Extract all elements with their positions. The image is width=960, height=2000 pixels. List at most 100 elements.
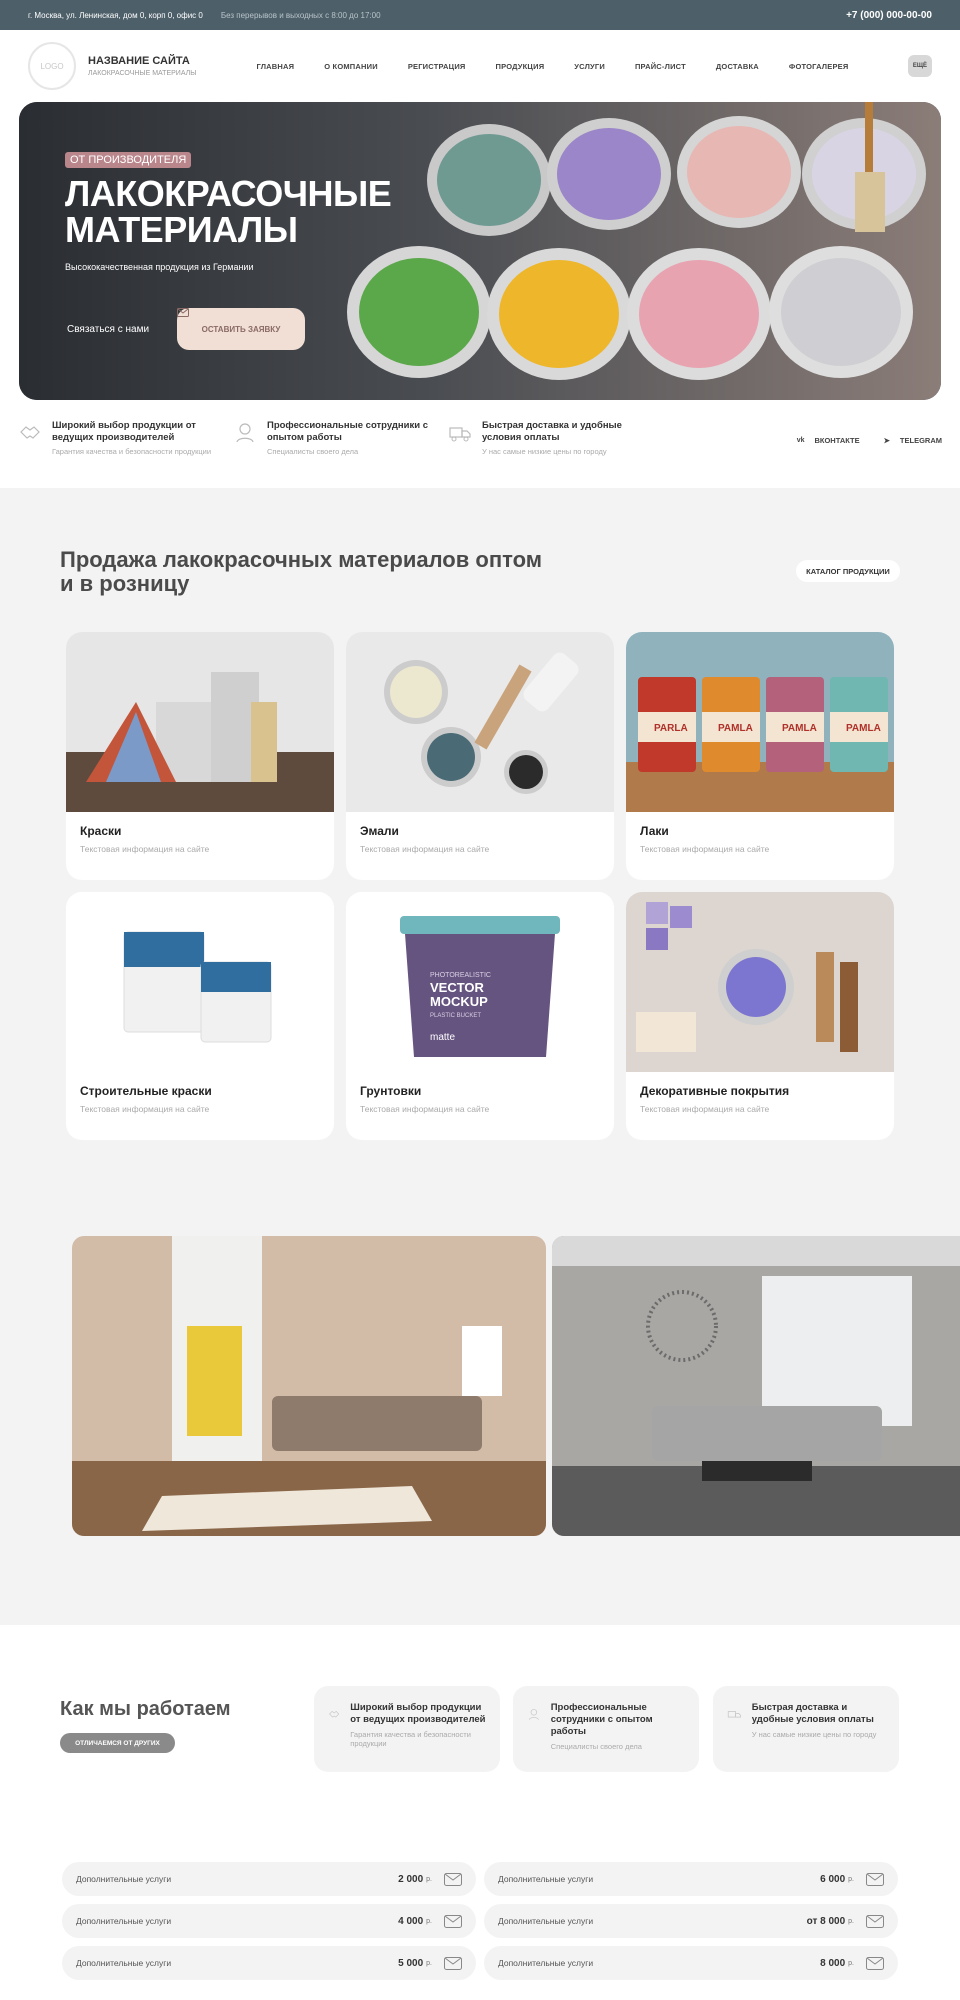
how-card-title: Профессиональные сотрудники с опытом раб…	[550, 1702, 653, 1737]
site-name: НАЗВАНИЕ САЙТА	[88, 55, 190, 67]
feature-item: Широкий выбор продукции от ведущих произ…	[18, 420, 233, 456]
telegram-link[interactable]: TELEGRAM	[900, 436, 942, 445]
gallery-photo-2[interactable]	[552, 1236, 960, 1536]
features-row: Широкий выбор продукции от ведущих произ…	[18, 420, 942, 468]
currency: р.	[426, 1917, 432, 1925]
product-card-primers[interactable]: PHOTOREALISTIC VECTOR MOCKUP PLASTIC BUC…	[346, 892, 614, 1140]
product-image	[346, 632, 614, 812]
nav-item-pricelist[interactable]: ПРАЙС-ЛИСТ	[635, 62, 686, 71]
bucket-text: PLASTIC BUCKET	[430, 1013, 481, 1019]
vk-icon: vk	[796, 437, 805, 444]
worker-icon	[236, 423, 254, 443]
product-name: Грунтовки	[360, 1084, 422, 1098]
hero-badge: ОТ ПРОИЗВОДИТЕЛЯ	[65, 152, 192, 168]
service-row[interactable]: Дополнительные услуги 5 000 р.	[62, 1946, 476, 1980]
mail-icon	[866, 1872, 884, 1886]
phone-link[interactable]: +7 (000) 000-00-00	[846, 10, 932, 21]
nav-item-about[interactable]: О КОМПАНИИ	[324, 62, 378, 71]
bucket-text: MOCKUP	[430, 994, 488, 1009]
how-card: Профессиональные сотрудники с опытом раб…	[513, 1686, 699, 1772]
feature-desc: Специалисты своего дела	[267, 447, 359, 456]
currency: р.	[848, 1875, 854, 1883]
vk-link[interactable]: ВКОНТАКТЕ	[814, 436, 859, 445]
mail-icon	[444, 1914, 462, 1928]
how-card: Широкий выбор продукции от ведущих произ…	[314, 1686, 500, 1772]
how-card-title: Широкий выбор продукции от ведущих произ…	[350, 1702, 486, 1725]
can-label-text: PAMLA	[782, 723, 817, 734]
product-name: Строительные краски	[80, 1084, 212, 1098]
logo[interactable]: LOGO	[28, 42, 76, 90]
product-desc: Текстовая информация на сайте	[360, 1104, 490, 1114]
nav-item-products[interactable]: ПРОДУКЦИЯ	[496, 62, 545, 71]
mail-icon	[444, 1956, 462, 1970]
service-label: Дополнительные услуги	[498, 1958, 594, 1968]
product-name: Декоративные покрытия	[640, 1084, 790, 1098]
service-row[interactable]: Дополнительные услуги от 8 000 р.	[484, 1904, 898, 1938]
site-subtitle: ЛАКОКРАСОЧНЫЕ МАТЕРИАЛЫ	[88, 70, 197, 77]
currency: р.	[426, 1959, 432, 1967]
service-label: Дополнительные услуги	[498, 1916, 594, 1926]
product-name: Лаки	[640, 824, 669, 838]
bucket-text: matte	[430, 1032, 455, 1043]
can-label-text: PARLA	[654, 723, 688, 734]
gallery-photo-1[interactable]	[72, 1236, 546, 1536]
feature-title: Профессиональные сотрудники с опытом раб…	[267, 420, 429, 443]
catalog-title: Продажа лакокрасочных материалов оптом и…	[60, 547, 543, 596]
product-desc: Текстовая информация на сайте	[80, 844, 210, 854]
nav-item-services[interactable]: УСЛУГИ	[574, 62, 605, 71]
nav-item-gallery[interactable]: ФОТОГАЛЕРЕЯ	[789, 62, 849, 71]
product-image: PARLA PAMLA PAMLA PAMLA	[626, 632, 894, 812]
currency: р.	[426, 1875, 432, 1883]
delivery-icon	[449, 427, 471, 442]
product-name: Краски	[80, 824, 122, 838]
product-card-paints[interactable]: Краски Текстовая информация на сайте	[66, 632, 334, 880]
service-price: 5 000	[398, 1957, 424, 1969]
can-label-text: PAMLA	[846, 723, 881, 734]
product-card-enamels[interactable]: Эмали Текстовая информация на сайте	[346, 632, 614, 880]
mail-icon	[866, 1914, 884, 1928]
service-price: 8 000	[820, 1957, 846, 1969]
product-desc: Текстовая информация на сайте	[640, 844, 770, 854]
can-label-text: PAMLA	[718, 723, 753, 734]
mail-icon	[866, 1956, 884, 1970]
hero-title-line1: ЛАКОКРАСОЧНЫЕ	[65, 173, 392, 214]
feature-title: Быстрая доставка и удобные условия оплат…	[482, 420, 622, 443]
nav-item-home[interactable]: ГЛАВНАЯ	[256, 62, 294, 71]
service-row[interactable]: Дополнительные услуги 8 000 р.	[484, 1946, 898, 1980]
catalog-button[interactable]: КАТАЛОГ ПРОДУКЦИИ	[796, 560, 900, 582]
how-card: Быстрая доставка и удобные условия оплат…	[713, 1686, 899, 1772]
nav-item-delivery[interactable]: ДОСТАВКА	[716, 62, 759, 71]
product-desc: Текстовая информация на сайте	[80, 1104, 210, 1114]
hero-subtitle: Высококачественная продукция из Германии	[65, 262, 254, 272]
more-button[interactable]: ЕЩЁ	[908, 55, 932, 77]
service-row[interactable]: Дополнительные услуги 4 000 р.	[62, 1904, 476, 1938]
handshake-icon	[329, 1711, 340, 1718]
service-row[interactable]: Дополнительные услуги 2 000 р.	[62, 1862, 476, 1896]
how-card-desc: Гарантия качества и безопасности продукц…	[350, 1730, 471, 1748]
how-card-desc: Специалисты своего дела	[550, 1742, 642, 1751]
currency: р.	[848, 1959, 854, 1967]
hero-text: ОТ ПРОИЗВОДИТЕЛЯ ЛАКОКРАСОЧНЫЕ МАТЕРИАЛЫ …	[65, 150, 392, 272]
service-price: от 8 000	[806, 1915, 846, 1927]
request-button[interactable]: ОСТАВИТЬ ЗАЯВКУ	[177, 308, 305, 350]
contact-link[interactable]: Связаться с нами	[67, 324, 149, 335]
request-button-label: ОСТАВИТЬ ЗАЯВКУ	[201, 324, 281, 334]
top-bar: г. Москва, ул. Ленинская, дом 0, корп 0,…	[0, 0, 960, 30]
product-image	[626, 892, 894, 1072]
how-we-work-title: Как мы работаем	[60, 1698, 231, 1720]
product-card-decorative[interactable]: Декоративные покрытия Текстовая информац…	[626, 892, 894, 1140]
service-row[interactable]: Дополнительные услуги 6 000 р.	[484, 1862, 898, 1896]
product-desc: Текстовая информация на сайте	[360, 844, 490, 854]
service-price: 6 000	[820, 1873, 846, 1885]
product-card-varnishes[interactable]: PARLA PAMLA PAMLA PAMLA Лаки Текстовая и…	[626, 632, 894, 880]
social-links: vk ВКОНТАКТЕ ➤ TELEGRAM	[797, 436, 942, 445]
mail-icon	[177, 308, 189, 317]
hours-text: Без перерывов и выходных с 8:00 до 17:00	[220, 10, 381, 20]
site-header: LOGO НАЗВАНИЕ САЙТА ЛАКОКРАСОЧНЫЕ МАТЕРИ…	[0, 30, 960, 102]
feature-item: Профессиональные сотрудники с опытом раб…	[233, 420, 448, 456]
hero-title: ЛАКОКРАСОЧНЫЕ МАТЕРИАЛЫ	[65, 173, 392, 248]
product-card-building-paints[interactable]: Строительные краски Текстовая информация…	[66, 892, 334, 1140]
nav-item-registration[interactable]: РЕГИСТРАЦИЯ	[408, 62, 466, 71]
feature-title: Широкий выбор продукции от ведущих произ…	[52, 420, 196, 443]
how-badge: ОТЛИЧАЕМСЯ ОТ ДРУГИХ	[60, 1733, 175, 1753]
